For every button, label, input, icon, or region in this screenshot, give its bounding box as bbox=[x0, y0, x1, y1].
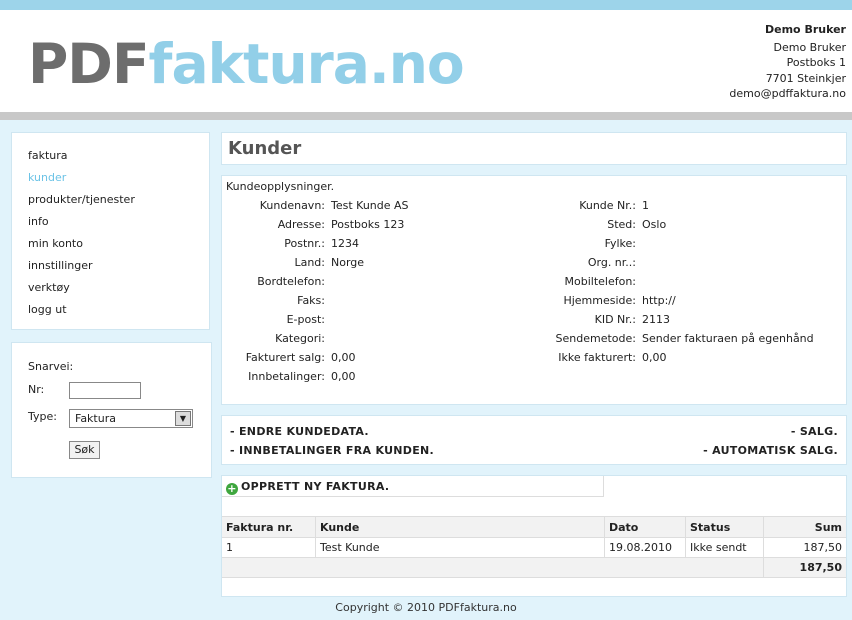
customer-field-label: Postnr.: bbox=[284, 237, 325, 250]
logo-part-pdf: PDF bbox=[28, 32, 150, 96]
customer-actions-panel: - ENDRE KUNDEDATA. - INNBETALINGER FRA K… bbox=[221, 415, 847, 465]
user-email: demo@pdffaktura.no bbox=[729, 87, 846, 100]
auto-sales-link[interactable]: - AUTOMATISK SALG. bbox=[703, 444, 838, 457]
customer-field-label: Ikke fakturert: bbox=[558, 351, 636, 364]
user-name: Demo Bruker bbox=[765, 23, 846, 36]
shortcut-nr-label: Nr: bbox=[28, 383, 45, 396]
col-dato[interactable]: Dato bbox=[604, 516, 686, 538]
sidebar-item-verktoy[interactable]: verktøy bbox=[12, 277, 209, 299]
shortcut-type-label: Type: bbox=[28, 410, 57, 423]
customer-field-label: Innbetalinger: bbox=[248, 370, 325, 383]
customer-field-value: 0,00 bbox=[331, 351, 356, 364]
header: PDFfaktura.no Demo Bruker Demo Bruker Po… bbox=[0, 10, 852, 112]
customer-field-label: Fylke: bbox=[604, 237, 636, 250]
customer-field-label: Fakturert salg: bbox=[245, 351, 325, 364]
logo[interactable]: PDFfaktura.no bbox=[28, 32, 465, 96]
col-kunde[interactable]: Kunde bbox=[315, 516, 605, 538]
total-row: 187,50 bbox=[222, 557, 846, 578]
sidebar-item-faktura[interactable]: faktura bbox=[12, 145, 209, 167]
edit-customer-link[interactable]: - ENDRE KUNDEDATA. bbox=[230, 425, 369, 438]
user-address-city: 7701 Steinkjer bbox=[765, 71, 846, 85]
cell-kunde: Test Kunde bbox=[315, 537, 605, 558]
customer-field-label: Sendemetode: bbox=[555, 332, 636, 345]
customer-field-value: http:// bbox=[642, 294, 676, 307]
customer-field-value: 2113 bbox=[642, 313, 670, 326]
invoices-panel: + OPPRETT NY FAKTURA. Faktura nr. Kunde D… bbox=[221, 475, 847, 597]
customer-field-label: Land: bbox=[294, 256, 325, 269]
shortcut-type-value: Faktura bbox=[75, 412, 116, 425]
customer-field-value: 0,00 bbox=[642, 351, 667, 364]
customer-field-value: Postboks 123 bbox=[331, 218, 405, 231]
add-icon: + bbox=[226, 482, 238, 495]
customer-field-value: Norge bbox=[331, 256, 365, 269]
customer-field-label: Hjemmeside: bbox=[563, 294, 636, 307]
customer-field-label: Kategori: bbox=[275, 332, 325, 345]
page-title-panel: Kunder bbox=[221, 132, 847, 165]
customer-field-label: Bordtelefon: bbox=[257, 275, 325, 288]
customer-field-label: Org. nr..: bbox=[587, 256, 636, 269]
customer-field-value: 1234 bbox=[331, 237, 359, 250]
customer-field-value: Sender fakturaen på egenhånd bbox=[642, 332, 814, 345]
top-accent-bar bbox=[0, 0, 852, 10]
table-header-row: Faktura nr. Kunde Dato Status Sum bbox=[222, 516, 846, 538]
shortcut-panel: Snarvei: Nr: Type: Faktura ▼ Søk bbox=[11, 342, 212, 478]
payments-link[interactable]: - INNBETALINGER FRA KUNDEN. bbox=[230, 444, 434, 457]
customer-field-value: Test Kunde AS bbox=[331, 199, 409, 212]
sidebar-item-info[interactable]: info bbox=[12, 211, 209, 233]
customer-field-label: Adresse: bbox=[277, 218, 325, 231]
user-address-name: Demo Bruker bbox=[773, 40, 847, 54]
customer-field-value: 0,00 bbox=[331, 370, 356, 383]
cell-dato: 19.08.2010 bbox=[604, 537, 686, 558]
col-faktura-nr[interactable]: Faktura nr. bbox=[222, 516, 316, 538]
customer-field-label: KID Nr.: bbox=[594, 313, 636, 326]
cell-status: Ikke sendt bbox=[685, 537, 764, 558]
col-status[interactable]: Status bbox=[685, 516, 764, 538]
customer-field-label: Mobiltelefon: bbox=[564, 275, 637, 288]
sidebar-item-innstillinger[interactable]: innstillinger bbox=[12, 255, 209, 277]
header-divider bbox=[0, 112, 852, 120]
total-sum: 187,50 bbox=[763, 557, 846, 578]
shortcut-nr-input[interactable] bbox=[69, 382, 141, 399]
chevron-down-icon[interactable]: ▼ bbox=[175, 411, 191, 426]
search-button[interactable]: Søk bbox=[69, 441, 100, 459]
shortcut-type-select[interactable]: Faktura ▼ bbox=[69, 409, 193, 428]
user-info: Demo Bruker Demo Bruker Postboks 1 7701 … bbox=[729, 22, 846, 102]
sidebar-item-kunder[interactable]: kunder bbox=[12, 167, 209, 189]
customer-field-label: Kunde Nr.: bbox=[579, 199, 636, 212]
customer-field-label: Kundenavn: bbox=[259, 199, 325, 212]
customer-field-label: Sted: bbox=[607, 218, 636, 231]
col-sum[interactable]: Sum bbox=[763, 516, 846, 538]
sidebar-nav: faktura kunder produkter/tjenester info … bbox=[11, 132, 210, 330]
sidebar-item-logg-ut[interactable]: logg ut bbox=[12, 299, 209, 321]
create-invoice-link[interactable]: + OPPRETT NY FAKTURA. bbox=[226, 480, 389, 495]
user-address-street: Postboks 1 bbox=[786, 56, 846, 69]
page-title: Kunder bbox=[228, 138, 302, 159]
sidebar-item-min-konto[interactable]: min konto bbox=[12, 233, 209, 255]
customer-field-label: E-post: bbox=[286, 313, 325, 326]
footer-copyright: Copyright © 2010 PDFfaktura.no bbox=[335, 601, 517, 614]
customer-field-label: Faks: bbox=[297, 294, 325, 307]
shortcut-title: Snarvei: bbox=[28, 360, 74, 373]
logo-part-faktura: faktura.no bbox=[148, 32, 465, 96]
customer-info-panel: Kundeopplysninger. Kundenavn: Test Kunde … bbox=[221, 175, 847, 405]
table-row[interactable]: 1 Test Kunde 19.08.2010 Ikke sendt 187,5… bbox=[222, 537, 846, 558]
customer-info-heading: Kundeopplysninger. bbox=[226, 180, 335, 193]
cell-faktura-nr[interactable]: 1 bbox=[222, 537, 316, 558]
customer-field-value: 1 bbox=[642, 199, 649, 212]
invoice-table: Faktura nr. Kunde Dato Status Sum 1 Test… bbox=[222, 516, 846, 578]
sidebar-item-produkter[interactable]: produkter/tjenester bbox=[12, 189, 209, 211]
cell-sum: 187,50 bbox=[763, 537, 846, 558]
create-invoice-label: OPPRETT NY FAKTURA. bbox=[241, 480, 390, 493]
customer-field-value: Oslo bbox=[642, 218, 667, 231]
sales-link[interactable]: - SALG. bbox=[791, 425, 838, 438]
